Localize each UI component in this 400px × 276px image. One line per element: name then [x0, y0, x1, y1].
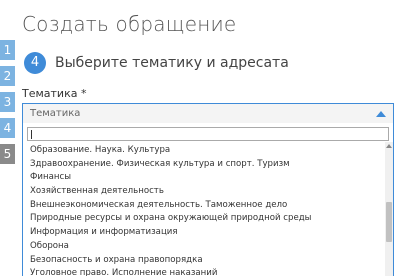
topic-label: Тематика * — [22, 87, 87, 100]
topic-option[interactable]: Уголовное право. Исполнение наказаний — [23, 267, 385, 276]
topic-select-value: Тематика — [30, 108, 81, 119]
step-1-tab[interactable]: 1 — [0, 40, 15, 60]
step-nav: 1 2 3 4 5 — [0, 40, 15, 170]
dropdown-search-box[interactable] — [27, 127, 389, 141]
topic-options-list: Образование. Наука. Культура Здравоохран… — [23, 144, 385, 276]
page-title: Создать обращение — [22, 12, 237, 36]
scrollbar-thumb[interactable] — [386, 202, 392, 242]
text-cursor — [31, 130, 32, 139]
topic-option[interactable]: Информация и информатизация — [23, 226, 385, 240]
topic-option[interactable]: Безопасность и охрана правопорядка — [23, 254, 385, 268]
topic-option[interactable]: Хозяйственная деятельность — [23, 185, 385, 199]
topic-option[interactable]: Здравоохранение. Физическая культура и с… — [23, 158, 385, 172]
topic-option[interactable]: Внешнеэкономическая деятельность. Таможе… — [23, 199, 385, 213]
topic-option[interactable]: Природные ресурсы и охрана окружающей пр… — [23, 212, 385, 226]
topic-option[interactable]: Финансы — [23, 171, 385, 185]
chevron-up-icon[interactable] — [376, 111, 386, 117]
step-3-tab[interactable]: 3 — [0, 92, 15, 112]
current-step-number: 4 — [24, 52, 46, 74]
topic-option[interactable]: Образование. Наука. Культура — [23, 144, 385, 158]
topic-option[interactable]: Оборона — [23, 240, 385, 254]
dropdown-search-input[interactable] — [28, 128, 388, 140]
step-heading: Выберите тематику и адресата — [55, 55, 289, 71]
step-5-tab[interactable]: 5 — [0, 144, 15, 164]
topic-select[interactable]: Тематика — [22, 103, 394, 124]
scroll-up-arrow-icon[interactable] — [386, 144, 392, 148]
step-2-tab[interactable]: 2 — [0, 66, 15, 86]
step-4-tab[interactable]: 4 — [0, 118, 15, 138]
dropdown-scrollbar[interactable] — [385, 142, 393, 276]
topic-dropdown: Образование. Наука. Культура Здравоохран… — [22, 123, 394, 276]
